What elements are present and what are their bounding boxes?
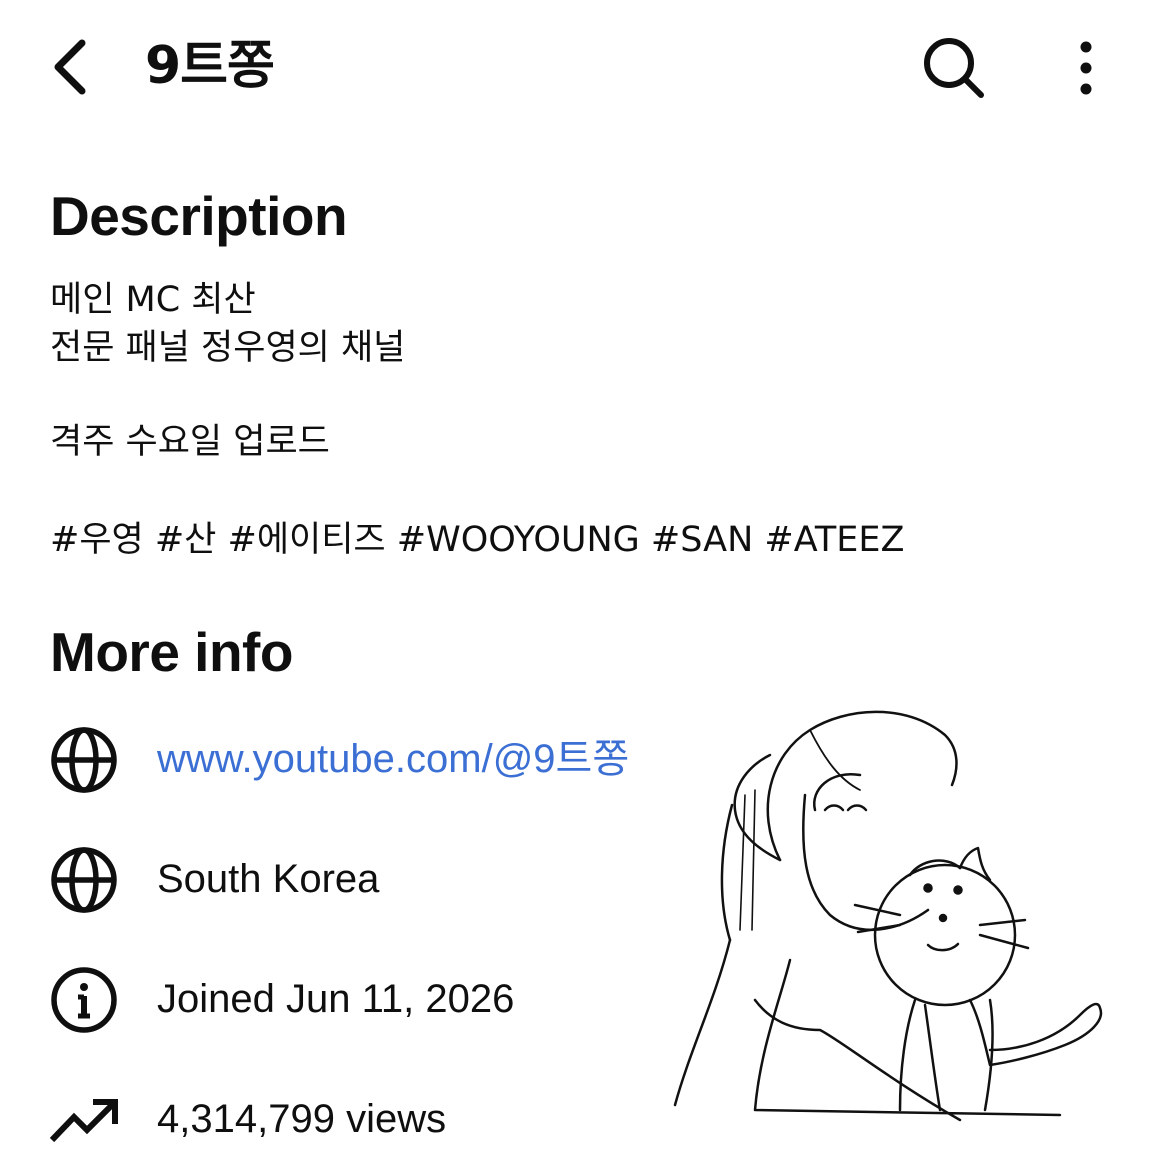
description-line: 메인 MC 최산 [50,280,256,320]
joined-date-text: Joined Jun 11, 2026 [157,977,515,1021]
channel-url-link[interactable]: www.youtube.com/@9트쫑 [157,732,629,786]
globe-icon [48,844,120,916]
country-text: South Korea [157,857,380,901]
search-button[interactable] [918,34,990,102]
info-row-joined: Joined Jun 11, 2026 [48,960,688,1040]
info-row-link: www.youtube.com/@9트쫑 [48,720,688,800]
view-count-text: 4,314,799 views [157,1097,447,1141]
description-hashtags: #우영 #산 #에이티즈 #WOOYOUNG #SAN #ATEEZ [50,520,905,560]
more-vertical-icon [1080,41,1092,95]
info-icon [48,964,120,1036]
top-app-bar: 9트쫑 [0,0,1170,135]
info-row-views: 4,314,799 views [48,1080,688,1160]
trending-up-icon [48,1084,120,1156]
channel-title: 9트쫑 [145,36,275,96]
description-heading: Description [50,185,348,247]
chevron-left-icon [54,39,86,95]
info-row-country: South Korea [48,840,688,920]
more-info-heading: More info [50,621,293,683]
description-line: 전문 패널 정우영의 채널 [50,328,406,368]
search-icon [924,38,984,98]
character-sketch-illustration [660,700,1110,1140]
globe-icon [48,724,120,796]
description-line: 격주 수요일 업로드 [50,422,330,462]
back-button[interactable] [40,34,100,100]
more-options-button[interactable] [1062,34,1110,102]
